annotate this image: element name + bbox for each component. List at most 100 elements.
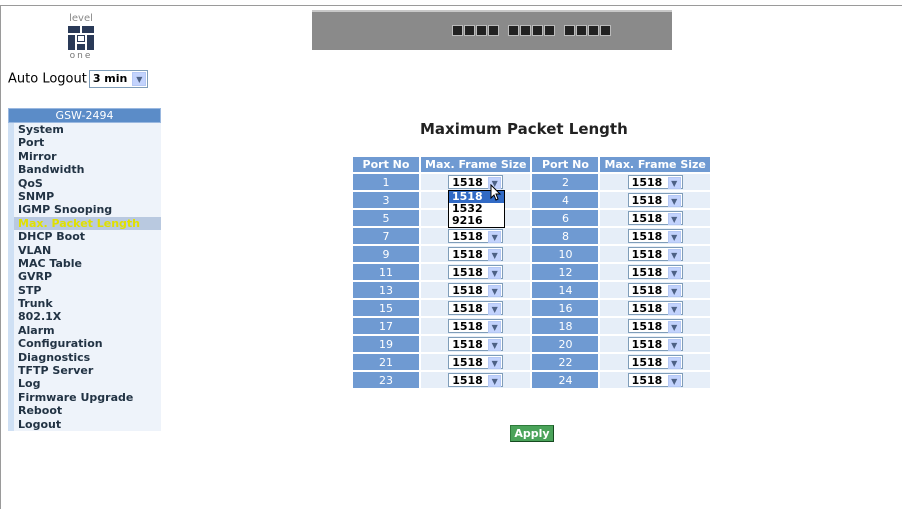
frame-size-value: 1518 — [631, 176, 663, 189]
frame-size-select[interactable]: 1518 ▼ — [448, 283, 504, 297]
menu-item-log[interactable]: Log — [8, 377, 161, 391]
frame-size-select[interactable]: 1518 ▼ — [448, 265, 504, 279]
chevron-down-icon[interactable]: ▼ — [667, 375, 681, 387]
frame-size-value: 1518 — [452, 248, 483, 261]
menu-item-firmware-upgrade[interactable]: Firmware Upgrade — [8, 390, 161, 405]
frame-size-value: 1518 — [631, 248, 663, 261]
menu-item-reboot[interactable]: Reboot — [8, 404, 161, 418]
chevron-down-icon[interactable]: ▼ — [667, 303, 681, 315]
menu-item-mac-table[interactable]: MAC Table — [8, 256, 161, 271]
chevron-down-icon[interactable]: ▼ — [488, 303, 502, 315]
frame-size-select[interactable]: 1518 ▼ — [627, 373, 683, 387]
auto-logout-select[interactable]: 3 min ▼ — [88, 70, 149, 88]
apply-button[interactable]: Apply — [510, 425, 554, 442]
frame-size-select[interactable]: 1518 ▼ — [627, 355, 683, 369]
chevron-down-icon[interactable]: ▼ — [488, 321, 502, 333]
chevron-down-icon[interactable]: ▼ — [667, 195, 681, 207]
frame-size-select[interactable]: 1518 ▼ — [627, 211, 683, 225]
menu-item-mirror[interactable]: Mirror — [8, 149, 161, 164]
frame-size-value: 1518 — [452, 302, 483, 315]
frame-size-cell: 1518 ▼ — [600, 336, 710, 352]
header-port-no: Port No — [353, 157, 419, 172]
menu-item-dhcp-boot[interactable]: DHCP Boot — [8, 230, 161, 244]
frame-size-cell: 1518 ▼ — [421, 336, 531, 352]
menu-item-system[interactable]: System — [8, 123, 161, 137]
table-row: 3 1518 ▼ 4 1518 ▼ — [353, 192, 710, 208]
chevron-down-icon[interactable]: ▼ — [667, 231, 681, 243]
frame-size-select[interactable]: 1518 ▼ — [627, 247, 683, 261]
chevron-down-icon[interactable]: ▼ — [488, 375, 502, 387]
chevron-down-icon[interactable]: ▼ — [667, 285, 681, 297]
frame-size-cell: 1518 ▼ — [600, 300, 710, 316]
port-number: 17 — [353, 318, 419, 334]
frame-size-cell: 1518 ▼ — [421, 318, 531, 334]
switch-port-icon — [544, 25, 555, 36]
frame-size-select[interactable]: 1518 ▼ — [448, 337, 504, 351]
frame-size-select[interactable]: 1518 ▼ — [627, 319, 683, 333]
frame-size-select[interactable]: 1518 ▼ — [627, 301, 683, 315]
switch-port-icon — [476, 25, 487, 36]
header-max-frame-size: Max. Frame Size — [421, 157, 531, 172]
menu-item-logout[interactable]: Logout — [8, 417, 161, 431]
switch-front-panel-image — [312, 10, 672, 50]
chevron-down-icon[interactable]: ▼ — [667, 357, 681, 369]
chevron-down-icon[interactable]: ▼ — [488, 339, 502, 351]
menu-item-port[interactable]: Port — [8, 136, 161, 150]
frame-size-select[interactable]: 1518 ▼ — [448, 229, 504, 243]
menu-item-stp[interactable]: STP — [8, 283, 161, 298]
menu-item-802-1x[interactable]: 802.1X — [8, 310, 161, 324]
frame-size-select[interactable]: 1518 ▼ — [448, 373, 504, 387]
menu-item-configuration[interactable]: Configuration — [8, 337, 161, 351]
frame-size-select[interactable]: 1518 ▼ — [627, 229, 683, 243]
table-row: 5 1518 ▼ 6 1518 ▼ — [353, 210, 710, 226]
frame-size-value: 1518 — [631, 230, 663, 243]
frame-size-select[interactable]: 1518 ▼ — [627, 175, 683, 189]
table-row: 21 1518 ▼ 22 1518 ▼ — [353, 354, 710, 370]
menu-item-diagnostics[interactable]: Diagnostics — [8, 350, 161, 365]
switch-port-icon — [488, 25, 499, 36]
frame-size-select[interactable]: 1518 ▼ — [627, 265, 683, 279]
chevron-down-icon[interactable]: ▼ — [667, 321, 681, 333]
frame-size-select[interactable]: 1518 ▼ — [448, 301, 504, 315]
menu-item-vlan[interactable]: VLAN — [8, 243, 161, 257]
frame-size-select[interactable]: 1518 ▼ — [448, 247, 504, 261]
menu-item-igmp-snooping[interactable]: IGMP Snooping — [8, 203, 161, 217]
table-row: 13 1518 ▼ 14 1518 ▼ — [353, 282, 710, 298]
frame-size-select[interactable]: 1518 ▼ — [627, 337, 683, 351]
frame-size-value: 1518 — [631, 338, 663, 351]
chevron-down-icon[interactable]: ▼ — [488, 285, 502, 297]
dropdown-option[interactable]: 9216 — [449, 215, 504, 227]
menu-item-qos[interactable]: QoS — [8, 176, 161, 190]
chevron-down-icon[interactable]: ▼ — [667, 339, 681, 351]
menu-item-trunk[interactable]: Trunk — [8, 297, 161, 311]
frame-size-select[interactable]: 1518 ▼ — [448, 355, 504, 369]
frame-size-cell: 1518 ▼ — [600, 282, 710, 298]
menu-item-tftp-server[interactable]: TFTP Server — [8, 364, 161, 378]
frame-size-select[interactable]: 1518 ▼ — [448, 319, 504, 333]
frame-size-cell: 1518 ▼ — [600, 228, 710, 244]
menu-item-snmp[interactable]: SNMP — [8, 189, 161, 204]
auto-logout: Auto Logout 3 min ▼ — [8, 70, 149, 88]
frame-size-select[interactable]: 1518 ▼ — [627, 193, 683, 207]
chevron-down-icon[interactable]: ▼ — [488, 267, 502, 279]
menu-item-alarm[interactable]: Alarm — [8, 323, 161, 338]
chevron-down-icon[interactable]: ▼ — [667, 213, 681, 225]
menu-item-max-packet-length[interactable]: Max. Packet Length — [8, 216, 161, 231]
port-number: 15 — [353, 300, 419, 316]
chevron-down-icon[interactable]: ▼ — [667, 267, 681, 279]
chevron-down-icon[interactable]: ▼ — [488, 249, 502, 261]
chevron-down-icon[interactable]: ▼ — [132, 72, 147, 86]
frame-size-select[interactable]: 1518 ▼ — [627, 283, 683, 297]
chevron-down-icon[interactable]: ▼ — [488, 357, 502, 369]
chevron-down-icon[interactable]: ▼ — [667, 249, 681, 261]
frame-size-value: 1518 — [452, 356, 483, 369]
chevron-down-icon[interactable]: ▼ — [667, 177, 681, 189]
chevron-down-icon[interactable]: ▼ — [488, 231, 502, 243]
switch-port-icon — [520, 25, 531, 36]
switch-port-icon — [532, 25, 543, 36]
frame-size-cell: 1518 ▼ — [600, 354, 710, 370]
frame-size-cell: 1518 ▼ — [421, 282, 531, 298]
page-title: Maximum Packet Length — [420, 120, 628, 138]
menu-item-gvrp[interactable]: GVRP — [8, 270, 161, 284]
menu-item-bandwidth[interactable]: Bandwidth — [8, 163, 161, 177]
